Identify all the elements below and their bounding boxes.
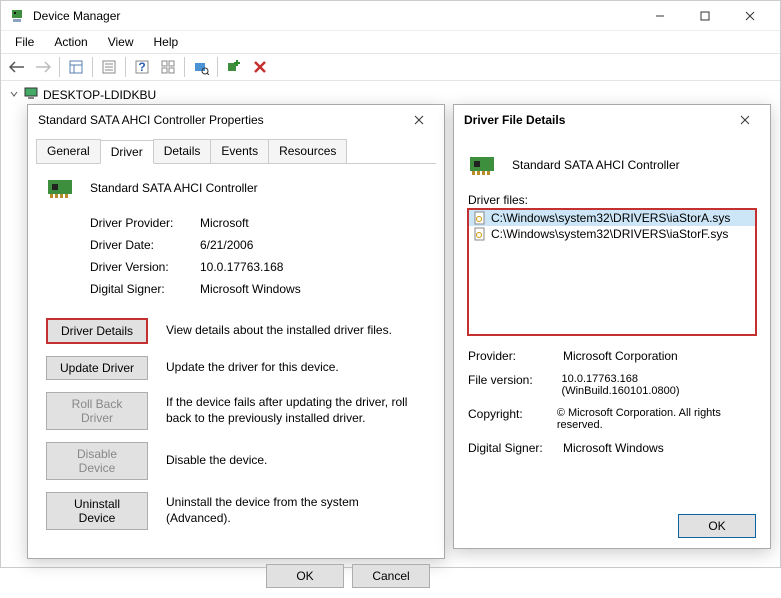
close-button[interactable] xyxy=(727,2,772,30)
file-details-ok-button[interactable]: OK xyxy=(678,514,756,538)
pci-card-icon xyxy=(468,153,500,177)
driver-file-path: C:\Windows\system32\DRIVERS\iaStorA.sys xyxy=(491,211,730,225)
rollback-driver-button: Roll Back Driver xyxy=(46,392,148,430)
minimize-button[interactable] xyxy=(637,2,682,30)
menu-help[interactable]: Help xyxy=(144,33,189,51)
window-title: Device Manager xyxy=(33,9,637,23)
help-button[interactable]: ? xyxy=(130,55,154,79)
file-details-close-button[interactable] xyxy=(730,105,760,135)
scan-hardware-button[interactable] xyxy=(189,55,213,79)
file-provider-label: Provider: xyxy=(468,349,563,363)
properties-title: Standard SATA AHCI Controller Properties xyxy=(38,113,404,127)
driver-file-path: C:\Windows\system32\DRIVERS\iaStorF.sys xyxy=(491,227,728,241)
maximize-button[interactable] xyxy=(682,2,727,30)
uninstall-device-button[interactable]: Uninstall Device xyxy=(46,492,148,530)
sys-file-icon xyxy=(473,227,487,241)
signer-value: Microsoft Windows xyxy=(200,282,301,296)
tree-root-row[interactable]: DESKTOP-LDIDKBU xyxy=(9,85,772,104)
provider-value: Microsoft xyxy=(200,216,249,230)
device-name: Standard SATA AHCI Controller xyxy=(90,181,258,195)
file-details-device-name: Standard SATA AHCI Controller xyxy=(512,158,680,172)
date-label: Driver Date: xyxy=(90,238,200,252)
properties-titlebar: Standard SATA AHCI Controller Properties xyxy=(28,105,444,135)
file-version-label: File version: xyxy=(468,373,562,397)
toolbar: ? xyxy=(1,53,780,81)
date-value: 6/21/2006 xyxy=(200,238,253,252)
version-value: 10.0.17763.168 xyxy=(200,260,283,274)
driver-files-list[interactable]: C:\Windows\system32\DRIVERS\iaStorA.sys … xyxy=(468,209,756,335)
computer-icon xyxy=(23,85,39,104)
sys-file-icon xyxy=(473,211,487,225)
driver-files-label: Driver files: xyxy=(468,193,756,207)
remove-hardware-button[interactable] xyxy=(248,55,272,79)
forward-button[interactable] xyxy=(31,55,55,79)
driver-details-desc: View details about the installed driver … xyxy=(166,323,426,339)
properties-button[interactable] xyxy=(97,55,121,79)
tab-driver[interactable]: Driver xyxy=(100,140,154,164)
menu-view[interactable]: View xyxy=(98,33,144,51)
version-label: Driver Version: xyxy=(90,260,200,274)
tab-details[interactable]: Details xyxy=(153,139,212,163)
provider-label: Driver Provider: xyxy=(90,216,200,230)
show-hide-tree-button[interactable] xyxy=(64,55,88,79)
device-manager-window: Device Manager File Action View Help ? xyxy=(0,0,781,568)
app-icon xyxy=(9,8,25,24)
signer-label: Digital Signer: xyxy=(90,282,200,296)
properties-close-button[interactable] xyxy=(404,105,434,135)
file-copyright-label: Copyright: xyxy=(468,407,557,431)
properties-tabs: General Driver Details Events Resources xyxy=(36,139,436,164)
svg-text:?: ? xyxy=(138,60,145,74)
file-signer-value: Microsoft Windows xyxy=(563,441,664,455)
driver-file-item[interactable]: C:\Windows\system32\DRIVERS\iaStorF.sys xyxy=(469,226,755,242)
file-details-title: Driver File Details xyxy=(464,113,730,127)
disable-device-button: Disable Device xyxy=(46,442,148,480)
back-button[interactable] xyxy=(5,55,29,79)
tab-resources[interactable]: Resources xyxy=(268,139,347,163)
file-provider-value: Microsoft Corporation xyxy=(563,349,678,363)
menubar: File Action View Help xyxy=(1,31,780,53)
file-details-dialog: Driver File Details Standard SATA AHCI C… xyxy=(453,104,771,549)
file-signer-label: Digital Signer: xyxy=(468,441,563,455)
driver-details-button[interactable]: Driver Details xyxy=(46,318,148,344)
pci-card-icon xyxy=(46,176,78,200)
grid-view-button[interactable] xyxy=(156,55,180,79)
update-driver-button[interactable]: Update Driver xyxy=(46,356,148,380)
add-hardware-button[interactable] xyxy=(222,55,246,79)
uninstall-device-desc: Uninstall the device from the system (Ad… xyxy=(166,495,426,526)
update-driver-desc: Update the driver for this device. xyxy=(166,360,426,376)
driver-file-item[interactable]: C:\Windows\system32\DRIVERS\iaStorA.sys xyxy=(469,210,755,226)
titlebar: Device Manager xyxy=(1,1,780,31)
tab-general[interactable]: General xyxy=(36,139,101,163)
file-details-titlebar: Driver File Details xyxy=(454,105,770,135)
menu-action[interactable]: Action xyxy=(44,33,97,51)
rollback-driver-desc: If the device fails after updating the d… xyxy=(166,395,426,426)
tab-events[interactable]: Events xyxy=(210,139,269,163)
properties-dialog: Standard SATA AHCI Controller Properties… xyxy=(27,104,445,559)
tree-root-label: DESKTOP-LDIDKBU xyxy=(43,88,156,102)
menu-file[interactable]: File xyxy=(5,33,44,51)
chevron-down-icon xyxy=(9,88,19,102)
file-copyright-value: © Microsoft Corporation. All rights rese… xyxy=(557,407,756,431)
file-version-value: 10.0.17763.168 (WinBuild.160101.0800) xyxy=(562,373,756,397)
disable-device-desc: Disable the device. xyxy=(166,453,426,469)
